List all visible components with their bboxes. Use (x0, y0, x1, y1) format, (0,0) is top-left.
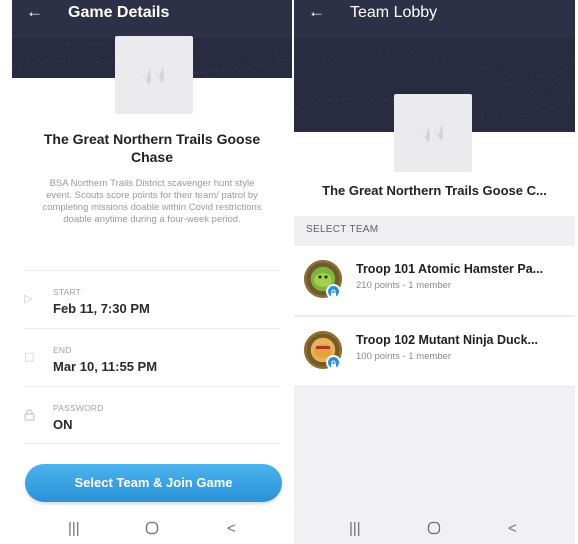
lock-icon (24, 409, 36, 421)
game-logo (115, 36, 193, 114)
home-icon[interactable] (427, 521, 441, 539)
start-label: START (53, 287, 82, 297)
recents-icon[interactable]: ||| (68, 521, 80, 537)
password-label: PASSWORD (53, 403, 104, 413)
team-row[interactable]: Troop 101 Atomic Hamster Pa... 210 point… (294, 246, 575, 316)
system-nav-bar: ||| < (12, 514, 292, 544)
game-details-screen: ← Game Details The Great Northern Trails… (12, 0, 292, 544)
end-value: Mar 10, 11:55 PM (53, 359, 158, 374)
select-team-join-button[interactable]: Select Team & Join Game (25, 464, 282, 502)
goose-footprints-icon (140, 65, 169, 85)
team-meta: 210 points - 1 member (356, 280, 452, 291)
team-meta: 100 points - 1 member (356, 351, 452, 362)
section-label: SELECT TEAM (306, 224, 379, 235)
start-value: Feb 11, 7:30 PM (53, 301, 150, 316)
password-row: PASSWORD ON (24, 386, 280, 444)
square-outline-icon: ▢ (24, 351, 35, 363)
start-time-row: ▷ START Feb 11, 7:30 PM (24, 270, 280, 328)
team-name: Troop 102 Mutant Ninja Duck... (356, 333, 538, 347)
game-description: BSA Northern Trails District scavenger h… (42, 178, 262, 225)
end-label: END (53, 345, 72, 355)
select-team-section: SELECT TEAM (294, 216, 575, 244)
lock-badge-icon (326, 355, 341, 370)
back-nav-icon[interactable]: < (227, 521, 236, 537)
goose-footprints-icon (419, 123, 448, 143)
app-bar: ← Game Details (12, 0, 292, 38)
game-logo (394, 94, 472, 172)
team-name: Troop 101 Atomic Hamster Pa... (356, 262, 544, 276)
back-arrow-icon[interactable]: ← (26, 2, 43, 22)
app-bar: ← Team Lobby (294, 0, 575, 38)
game-name: The Great Northern Trails Goose Chase (43, 131, 261, 165)
team-row[interactable]: Troop 102 Mutant Ninja Duck... 100 point… (294, 317, 575, 387)
password-value: ON (53, 417, 73, 432)
system-nav-bar: ||| < (294, 514, 575, 544)
page-title: Team Lobby (350, 4, 438, 21)
team-lobby-screen: ← Team Lobby The Great Northern Trails G… (294, 0, 575, 544)
back-nav-icon[interactable]: < (508, 521, 517, 537)
play-outline-icon: ▷ (24, 293, 33, 305)
recents-icon[interactable]: ||| (349, 521, 361, 537)
lock-badge-icon (326, 284, 341, 299)
home-icon[interactable] (145, 521, 159, 539)
back-arrow-icon[interactable]: ← (308, 2, 325, 22)
page-title: Game Details (68, 4, 170, 21)
end-time-row: ▢ END Mar 10, 11:55 PM (24, 328, 280, 386)
game-name: The Great Northern Trails Goose C... (322, 183, 547, 198)
